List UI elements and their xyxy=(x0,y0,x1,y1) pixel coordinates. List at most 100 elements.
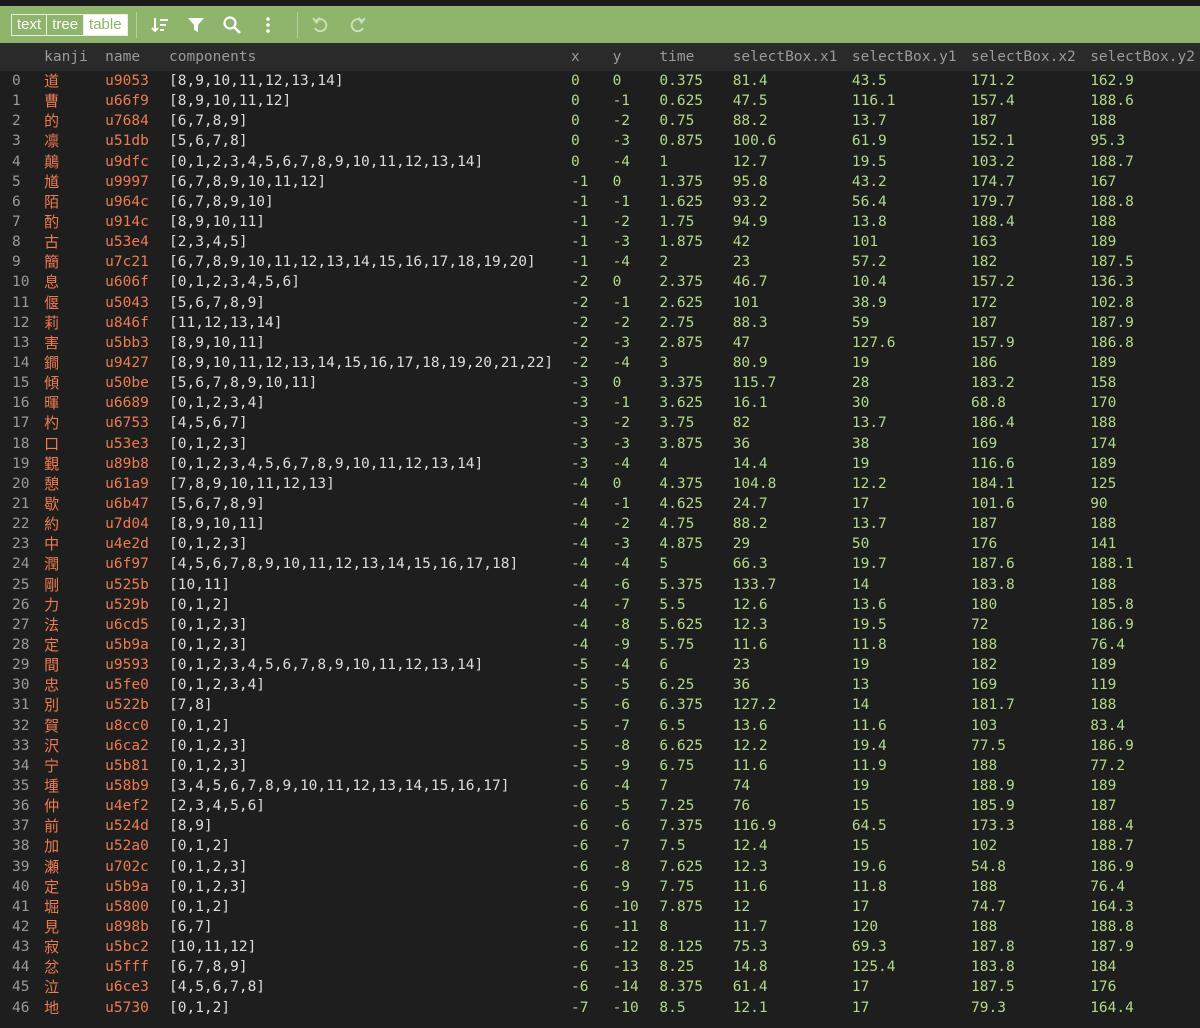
table-row[interactable]: 43 寂 u5bc2 [10,11,12] -6 -12 8.125 75.3 69.3 187.… xyxy=(0,937,1200,957)
cell-y[interactable]: -9 xyxy=(613,756,660,776)
cell-x[interactable]: -6 xyxy=(571,937,613,957)
cell-y[interactable]: -5 xyxy=(613,796,660,816)
cell-selectbox-x1[interactable]: 23 xyxy=(733,252,852,272)
cell-selectbox-y1[interactable]: 17 xyxy=(852,977,971,997)
cell-components[interactable]: [0,1,2,3] xyxy=(169,534,571,554)
cell-time[interactable]: 7.875 xyxy=(659,897,732,917)
cell-y[interactable]: 0 xyxy=(613,272,660,292)
cell-kanji[interactable]: 堀 xyxy=(44,897,105,917)
cell-kanji[interactable]: 覲 xyxy=(44,454,105,474)
cell-x[interactable]: -6 xyxy=(571,816,613,836)
cell-kanji[interactable]: 前 xyxy=(44,816,105,836)
table-row[interactable]: 24 潤 u6f97 [4,5,6,7,8,9,10,11,12,13,14,15,1… xyxy=(0,554,1200,574)
cell-y[interactable]: -1 xyxy=(613,393,660,413)
cell-x[interactable]: -1 xyxy=(571,192,613,212)
cell-name[interactable]: u524d xyxy=(105,816,169,836)
table-row[interactable]: 9 簡 u7c21 [6,7,8,9,10,11,12,13,14,15,16,17,… xyxy=(0,252,1200,272)
cell-time[interactable]: 7.375 xyxy=(659,816,732,836)
cell-components[interactable]: [0,1,2,3,4,5,6,7,8,9,10,11,12,13,14] xyxy=(169,655,571,675)
cell-y[interactable]: -7 xyxy=(613,836,660,856)
cell-kanji[interactable]: 剛 xyxy=(44,575,105,595)
cell-x[interactable]: -1 xyxy=(571,252,613,272)
cell-selectbox-y2[interactable]: 188.8 xyxy=(1090,192,1200,212)
cell-kanji[interactable]: 間 xyxy=(44,655,105,675)
cell-time[interactable]: 5.375 xyxy=(659,575,732,595)
cell-x[interactable]: -5 xyxy=(571,655,613,675)
cell-selectbox-y1[interactable]: 19 xyxy=(852,655,971,675)
cell-kanji[interactable]: 宁 xyxy=(44,756,105,776)
cell-selectbox-y2[interactable]: 77.2 xyxy=(1090,756,1200,776)
cell-components[interactable]: [11,12,13,14] xyxy=(169,313,571,333)
cell-selectbox-x1[interactable]: 14.4 xyxy=(733,454,852,474)
table-row[interactable]: 7 酌 u914c [8,9,10,11] -1 -2 1.75 94.9 13.8 188.4 1… xyxy=(0,212,1200,232)
cell-selectbox-x1[interactable]: 11.6 xyxy=(733,635,852,655)
cell-selectbox-y2[interactable]: 188 xyxy=(1090,695,1200,715)
cell-selectbox-x1[interactable]: 93.2 xyxy=(733,192,852,212)
cell-components[interactable]: [6,7] xyxy=(169,917,571,937)
cell-components[interactable]: [5,6,7,8,9,10,11] xyxy=(169,373,571,393)
cell-selectbox-x1[interactable]: 11.6 xyxy=(733,877,852,897)
cell-selectbox-x1[interactable]: 11.7 xyxy=(733,917,852,937)
cell-time[interactable]: 8.5 xyxy=(659,997,732,1017)
cell-selectbox-x1[interactable]: 12.3 xyxy=(733,856,852,876)
cell-kanji[interactable]: 偃 xyxy=(44,293,105,313)
cell-selectbox-x2[interactable]: 176 xyxy=(971,534,1090,554)
cell-y[interactable]: -1 xyxy=(613,91,660,111)
cell-selectbox-x2[interactable]: 184.1 xyxy=(971,474,1090,494)
cell-selectbox-x1[interactable]: 88.2 xyxy=(733,514,852,534)
cell-y[interactable]: 0 xyxy=(613,71,660,91)
cell-components[interactable]: [0,1,2,3,4,5,6,7,8,9,10,11,12,13,14] xyxy=(169,152,571,172)
cell-selectbox-y1[interactable]: 101 xyxy=(852,232,971,252)
cell-time[interactable]: 6.375 xyxy=(659,695,732,715)
cell-components[interactable]: [0,1,2,3,4] xyxy=(169,393,571,413)
cell-x[interactable]: 0 xyxy=(571,71,613,91)
cell-name[interactable]: u525b xyxy=(105,575,169,595)
table-row[interactable]: 27 法 u6cd5 [0,1,2,3] -4 -8 5.625 12.3 19.5 72 186.… xyxy=(0,615,1200,635)
cell-time[interactable]: 0.625 xyxy=(659,91,732,111)
cell-name[interactable]: u5bb3 xyxy=(105,333,169,353)
cell-selectbox-x2[interactable]: 72 xyxy=(971,615,1090,635)
cell-components[interactable]: [0,1,2,3,4,5,6] xyxy=(169,272,571,292)
cell-selectbox-y2[interactable]: 188.1 xyxy=(1090,554,1200,574)
cell-selectbox-y1[interactable]: 15 xyxy=(852,796,971,816)
cell-y[interactable]: -6 xyxy=(613,575,660,595)
cell-selectbox-x1[interactable]: 12 xyxy=(733,897,852,917)
cell-selectbox-x2[interactable]: 182 xyxy=(971,252,1090,272)
cell-selectbox-y2[interactable]: 188 xyxy=(1090,413,1200,433)
cell-components[interactable]: [2,3,4,5,6] xyxy=(169,796,571,816)
cell-selectbox-y2[interactable]: 188 xyxy=(1090,212,1200,232)
cell-x[interactable]: -3 xyxy=(571,393,613,413)
cell-time[interactable]: 4 xyxy=(659,454,732,474)
cell-time[interactable]: 1.375 xyxy=(659,172,732,192)
cell-name[interactable]: u522b xyxy=(105,695,169,715)
cell-selectbox-y2[interactable]: 187.5 xyxy=(1090,252,1200,272)
cell-x[interactable]: -4 xyxy=(571,534,613,554)
cell-time[interactable]: 7.25 xyxy=(659,796,732,816)
cell-name[interactable]: u898b xyxy=(105,917,169,937)
cell-selectbox-x1[interactable]: 24.7 xyxy=(733,494,852,514)
cell-x[interactable]: -4 xyxy=(571,554,613,574)
cell-selectbox-y2[interactable]: 167 xyxy=(1090,172,1200,192)
cell-kanji[interactable]: 息 xyxy=(44,272,105,292)
cell-selectbox-x2[interactable]: 188 xyxy=(971,877,1090,897)
cell-selectbox-x1[interactable]: 12.3 xyxy=(733,615,852,635)
cell-time[interactable]: 5 xyxy=(659,554,732,574)
cell-selectbox-x1[interactable]: 16.1 xyxy=(733,393,852,413)
cell-selectbox-y1[interactable]: 11.6 xyxy=(852,716,971,736)
cell-time[interactable]: 4.375 xyxy=(659,474,732,494)
cell-components[interactable]: [0,1,2] xyxy=(169,897,571,917)
cell-selectbox-x2[interactable]: 183.2 xyxy=(971,373,1090,393)
cell-kanji[interactable]: 中 xyxy=(44,534,105,554)
cell-selectbox-y2[interactable]: 164.4 xyxy=(1090,997,1200,1017)
cell-time[interactable]: 5.75 xyxy=(659,635,732,655)
cell-time[interactable]: 3 xyxy=(659,353,732,373)
cell-components[interactable]: [6,7,8,9,10] xyxy=(169,192,571,212)
cell-selectbox-x1[interactable]: 12.6 xyxy=(733,595,852,615)
column-header[interactable]: name xyxy=(105,43,169,71)
cell-selectbox-y1[interactable]: 19.5 xyxy=(852,152,971,172)
cell-selectbox-y2[interactable]: 76.4 xyxy=(1090,635,1200,655)
cell-selectbox-y1[interactable]: 125.4 xyxy=(852,957,971,977)
cell-selectbox-x2[interactable]: 188 xyxy=(971,917,1090,937)
cell-selectbox-y2[interactable]: 95.3 xyxy=(1090,131,1200,151)
cell-selectbox-x2[interactable]: 183.8 xyxy=(971,575,1090,595)
